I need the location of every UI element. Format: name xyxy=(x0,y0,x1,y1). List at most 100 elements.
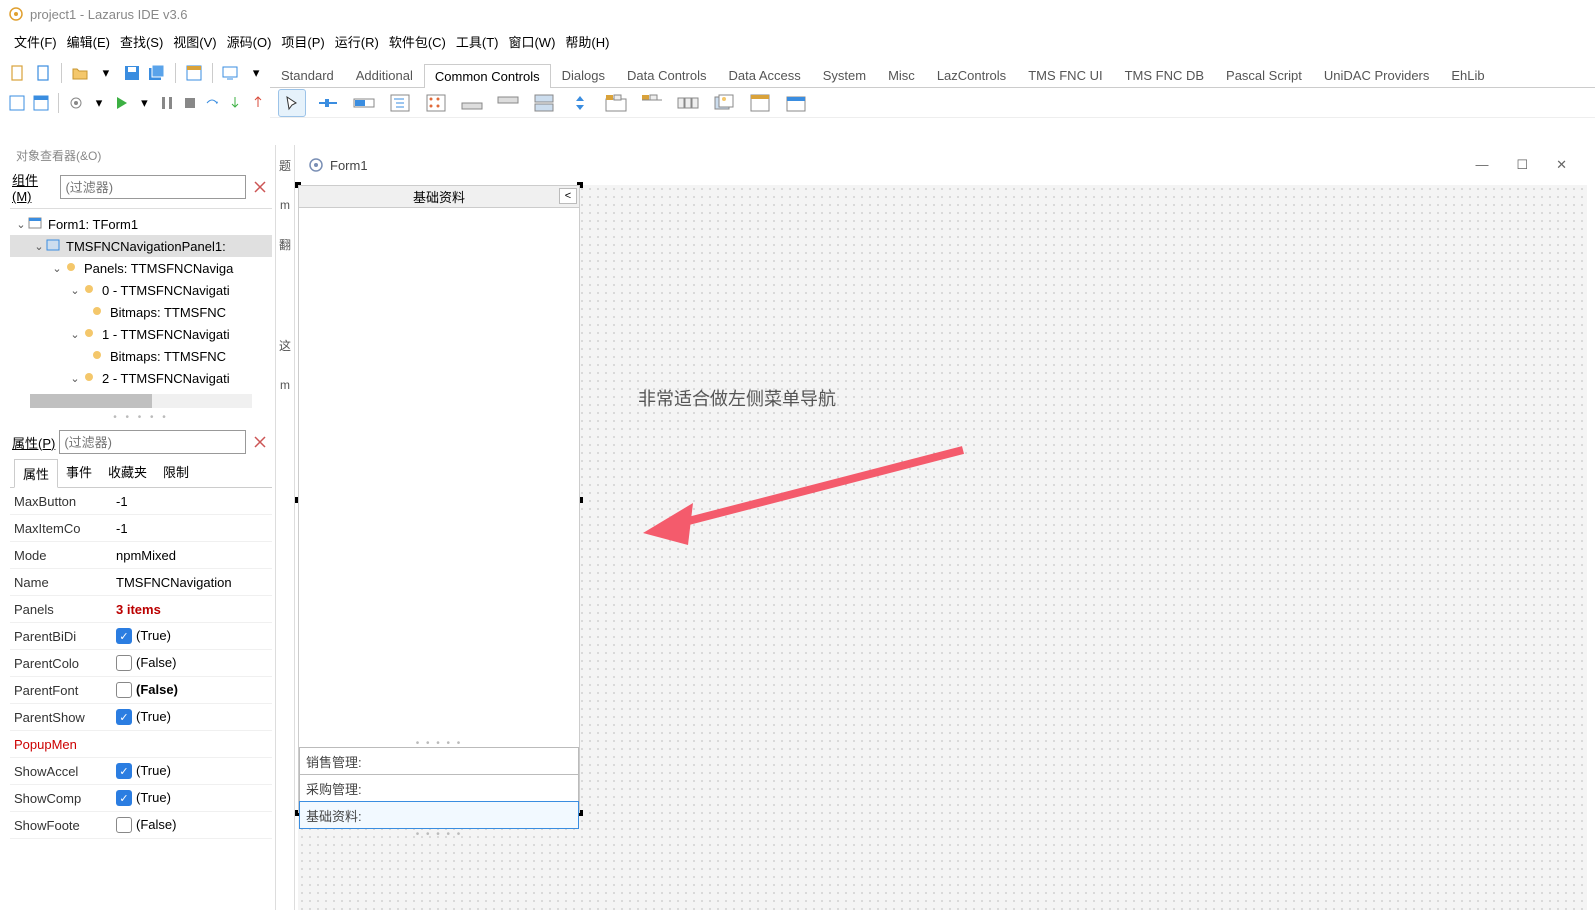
tree-h-scrollbar[interactable] xyxy=(30,394,252,408)
checkbox-off-icon[interactable] xyxy=(116,817,132,833)
prop-row[interactable]: ShowComp✓(True) xyxy=(10,785,272,812)
menu-project[interactable]: 项目(P) xyxy=(277,30,328,53)
tree-row[interactable]: ⌄0 - TTMSFNCNavigati xyxy=(10,279,272,301)
tree-row[interactable]: Bitmaps: TTMSFNC xyxy=(10,301,272,323)
menu-package[interactable]: 软件包(C) xyxy=(385,30,450,53)
open-folder-icon[interactable] xyxy=(70,61,90,85)
nav-item[interactable]: 采购管理: xyxy=(299,774,579,802)
tab-properties[interactable]: 属性 xyxy=(14,459,58,488)
dropdown-icon[interactable]: ▾ xyxy=(136,91,153,115)
prop-row[interactable]: ModenpmMixed xyxy=(10,542,272,569)
component-progressbar-icon[interactable] xyxy=(350,91,378,115)
tab-common-controls[interactable]: Common Controls xyxy=(424,64,551,88)
tab-tms-fnc-db[interactable]: TMS FNC DB xyxy=(1114,63,1215,87)
menu-help[interactable]: 帮助(H) xyxy=(561,30,613,53)
tab-events[interactable]: 事件 xyxy=(58,458,100,487)
menu-view[interactable]: 视图(V) xyxy=(169,30,220,53)
maximize-icon[interactable]: ☐ xyxy=(1516,157,1528,173)
component-updown-icon[interactable] xyxy=(566,91,594,115)
component-filter-input[interactable] xyxy=(60,175,246,199)
tree-row[interactable]: ⌄Panels: TTMSFNCNaviga xyxy=(10,257,272,279)
step-over-icon[interactable] xyxy=(204,91,221,115)
navigation-panel-component[interactable]: 基础资料 < • • • • • 销售管理: 采购管理: 基础资料: • • •… xyxy=(298,185,580,813)
prop-row[interactable]: MaxItemCo-1 xyxy=(10,515,272,542)
component-tabcontrol-icon[interactable] xyxy=(638,91,666,115)
tab-misc[interactable]: Misc xyxy=(877,63,926,87)
component-treeview-icon[interactable] xyxy=(386,91,414,115)
prop-row[interactable]: MaxButton-1 xyxy=(10,488,272,515)
selection-cursor-icon[interactable] xyxy=(278,89,306,117)
menu-edit[interactable]: 编辑(E) xyxy=(63,30,114,53)
save-icon[interactable] xyxy=(122,61,142,85)
form-canvas[interactable]: 基础资料 < • • • • • 销售管理: 采购管理: 基础资料: • • •… xyxy=(298,185,1587,910)
menu-file[interactable]: 文件(F) xyxy=(10,30,61,53)
tab-data-access[interactable]: Data Access xyxy=(717,63,811,87)
tree-row[interactable]: Bitmaps: TTMSFNC xyxy=(10,345,272,367)
tab-restricted[interactable]: 限制 xyxy=(155,458,197,487)
tab-unidac[interactable]: UniDAC Providers xyxy=(1313,63,1440,87)
view-units-icon[interactable] xyxy=(8,91,26,115)
clear-filter-icon[interactable] xyxy=(250,177,270,197)
component-imagelist-icon[interactable] xyxy=(710,91,738,115)
tree-row[interactable]: ⌄1 - TTMSFNCNavigati xyxy=(10,323,272,345)
component-popup-icon[interactable] xyxy=(746,91,774,115)
run-icon[interactable] xyxy=(113,91,130,115)
view-forms-icon[interactable] xyxy=(32,91,50,115)
component-trackbar-icon[interactable] xyxy=(314,91,342,115)
checkbox-on-icon[interactable]: ✓ xyxy=(116,790,132,806)
minimize-icon[interactable]: — xyxy=(1475,157,1488,173)
component-toolbar-icon[interactable] xyxy=(494,91,522,115)
menu-tools[interactable]: 工具(T) xyxy=(452,30,503,53)
menu-run[interactable]: 运行(R) xyxy=(331,30,383,53)
tab-additional[interactable]: Additional xyxy=(345,63,424,87)
component-statusbar-icon[interactable] xyxy=(458,91,486,115)
tree-row[interactable]: ⌄TMSFNCNavigationPanel1: xyxy=(10,235,272,257)
menu-search[interactable]: 查找(S) xyxy=(116,30,167,53)
property-grid[interactable]: MaxButton-1 MaxItemCo-1 ModenpmMixed Nam… xyxy=(10,488,272,839)
component-tree[interactable]: ⌄Form1: TForm1 ⌄TMSFNCNavigationPanel1: … xyxy=(10,208,272,408)
prop-row[interactable]: Panels3 items xyxy=(10,596,272,623)
form-icon[interactable] xyxy=(184,61,204,85)
monitor-icon[interactable] xyxy=(221,61,241,85)
checkbox-on-icon[interactable]: ✓ xyxy=(116,709,132,725)
prop-row[interactable]: ParentShow✓(True) xyxy=(10,704,272,731)
stop-icon[interactable] xyxy=(181,91,198,115)
save-all-icon[interactable] xyxy=(147,61,167,85)
prop-row[interactable]: PopupMen xyxy=(10,731,272,758)
gear-icon[interactable] xyxy=(67,91,85,115)
dropdown-icon[interactable]: ▾ xyxy=(246,61,266,85)
nav-item[interactable]: 销售管理: xyxy=(299,747,579,775)
prop-row[interactable]: ShowAccel✓(True) xyxy=(10,758,272,785)
checkbox-off-icon[interactable] xyxy=(116,655,132,671)
step-into-icon[interactable] xyxy=(227,91,244,115)
tab-system[interactable]: System xyxy=(812,63,877,87)
menu-source[interactable]: 源码(O) xyxy=(223,30,276,53)
collapse-icon[interactable]: < xyxy=(559,188,577,204)
tab-tms-fnc-ui[interactable]: TMS FNC UI xyxy=(1017,63,1113,87)
tree-row[interactable]: ⌄2 - TTMSFNCNavigati xyxy=(10,367,272,389)
step-out-icon[interactable] xyxy=(249,91,266,115)
close-icon[interactable]: ✕ xyxy=(1556,157,1567,173)
tab-favorites[interactable]: 收藏夹 xyxy=(100,458,155,487)
tab-ehlib[interactable]: EhLib xyxy=(1440,63,1495,87)
prop-row[interactable]: ParentBiDi✓(True) xyxy=(10,623,272,650)
properties-filter-input[interactable] xyxy=(59,430,246,454)
component-pagecontrol-icon[interactable] xyxy=(602,91,630,115)
prop-row[interactable]: NameTMSFNCNavigation xyxy=(10,569,272,596)
prop-row[interactable]: ParentColo(False) xyxy=(10,650,272,677)
tab-lazcontrols[interactable]: LazControls xyxy=(926,63,1017,87)
checkbox-on-icon[interactable]: ✓ xyxy=(116,763,132,779)
menu-window[interactable]: 窗口(W) xyxy=(504,30,559,53)
checkbox-off-icon[interactable] xyxy=(116,682,132,698)
tab-data-controls[interactable]: Data Controls xyxy=(616,63,717,87)
dropdown-icon[interactable]: ▾ xyxy=(91,91,108,115)
dropdown-icon[interactable]: ▾ xyxy=(96,61,116,85)
new-file-icon[interactable] xyxy=(8,61,28,85)
clear-filter-icon[interactable] xyxy=(250,432,270,452)
prop-row[interactable]: ParentFont(False) xyxy=(10,677,272,704)
component-datetime-icon[interactable] xyxy=(782,91,810,115)
new-unit-icon[interactable] xyxy=(34,61,54,85)
nav-item[interactable]: 基础资料: xyxy=(299,801,579,829)
tree-row[interactable]: ⌄Form1: TForm1 xyxy=(10,213,272,235)
component-coolbar-icon[interactable] xyxy=(530,91,558,115)
